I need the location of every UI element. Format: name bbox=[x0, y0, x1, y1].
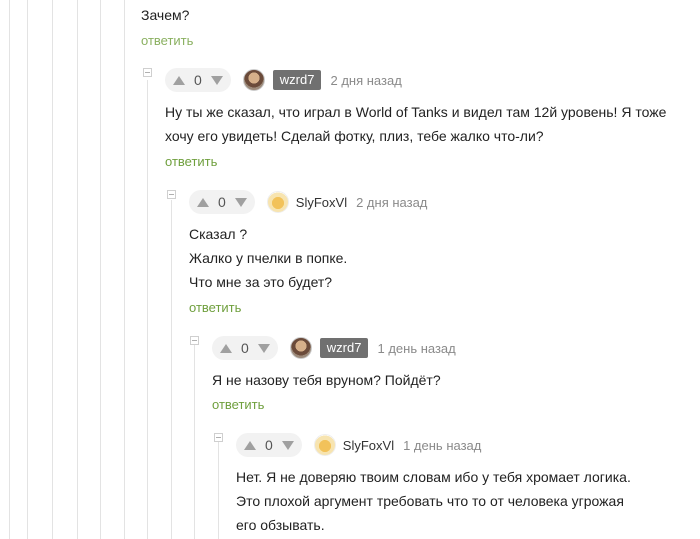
downvote-icon[interactable] bbox=[210, 75, 223, 85]
comment-header: 0 SlyFoxVl 2 дня назад bbox=[189, 190, 427, 214]
reply-button[interactable]: ответить bbox=[141, 33, 193, 48]
upvote-icon[interactable] bbox=[244, 440, 256, 450]
comment-text: Сказал ? Жалко у пчелки в попке. Что мне… bbox=[189, 222, 347, 294]
comment-line: Что мне за это будет? bbox=[189, 274, 333, 290]
comment-line: Ну ты же сказал, что играл в World of Ta… bbox=[165, 104, 667, 120]
comment-header: 0 SlyFoxVl 1 день назад bbox=[236, 433, 481, 457]
comment-line: Это плохой аргумент требовать что то от … bbox=[236, 493, 624, 509]
comment-time[interactable]: 1 день назад bbox=[403, 438, 481, 453]
comment-line: Жалко у пчелки в попке. bbox=[189, 250, 348, 266]
upvote-icon[interactable] bbox=[197, 197, 209, 207]
rating-score: 0 bbox=[265, 437, 273, 453]
comment-text: Зачем? bbox=[141, 7, 190, 23]
collapse-toggle[interactable] bbox=[190, 336, 199, 345]
rating-widget: 0 bbox=[165, 68, 231, 92]
author-name[interactable]: SlyFoxVl bbox=[296, 195, 347, 210]
thread-line bbox=[9, 0, 10, 539]
comment-time[interactable]: 1 день назад bbox=[377, 341, 455, 356]
thread-line bbox=[124, 0, 125, 539]
reply-button[interactable]: ответить bbox=[189, 300, 241, 315]
comment-line: Сказал ? bbox=[189, 226, 248, 242]
thread-line bbox=[147, 80, 148, 539]
rating-widget: 0 bbox=[236, 433, 302, 457]
avatar[interactable] bbox=[266, 191, 289, 213]
reply-button[interactable]: ответить bbox=[212, 397, 264, 412]
thread-line bbox=[27, 0, 28, 539]
comment-line: его обзывать. bbox=[236, 517, 325, 533]
avatar[interactable] bbox=[289, 337, 312, 359]
upvote-icon[interactable] bbox=[173, 75, 185, 85]
rating-score: 0 bbox=[194, 72, 202, 88]
avatar[interactable] bbox=[313, 434, 336, 456]
thread-line bbox=[218, 440, 219, 539]
comment-time[interactable]: 2 дня назад bbox=[356, 195, 427, 210]
reply-button[interactable]: ответить bbox=[165, 154, 217, 169]
comment-line: Я не назову тебя вруном? Пойдёт? bbox=[212, 372, 441, 388]
collapse-toggle[interactable] bbox=[143, 68, 152, 77]
rating-score: 0 bbox=[241, 340, 249, 356]
collapse-toggle[interactable] bbox=[214, 433, 223, 442]
downvote-icon[interactable] bbox=[234, 197, 247, 207]
thread-line bbox=[77, 0, 78, 539]
comment-header: 0 wzrd7 2 дня назад bbox=[165, 68, 402, 92]
collapse-toggle[interactable] bbox=[167, 190, 176, 199]
thread-line bbox=[194, 343, 195, 539]
thread-line bbox=[100, 0, 101, 539]
comment-line: Нет. Я не доверяю твоим словам ибо у теб… bbox=[236, 469, 631, 485]
rating-widget: 0 bbox=[212, 336, 278, 360]
author-name[interactable]: SlyFoxVl bbox=[343, 438, 394, 453]
rating-score: 0 bbox=[218, 194, 226, 210]
avatar[interactable] bbox=[242, 69, 265, 91]
upvote-icon[interactable] bbox=[220, 343, 232, 353]
comment-time[interactable]: 2 дня назад bbox=[330, 73, 401, 88]
comment-text: Нет. Я не доверяю твоим словам ибо у теб… bbox=[236, 465, 631, 537]
thread-line bbox=[171, 200, 172, 539]
comment-line: хочу его увидеть! Сделай фотку, плиз, те… bbox=[165, 128, 544, 144]
comment-text: Ну ты же сказал, что играл в World of Ta… bbox=[165, 100, 666, 148]
author-name[interactable]: wzrd7 bbox=[319, 338, 369, 358]
comment-header: 0 wzrd7 1 день назад bbox=[212, 336, 456, 360]
author-name[interactable]: wzrd7 bbox=[272, 70, 322, 90]
downvote-icon[interactable] bbox=[281, 440, 294, 450]
thread-line bbox=[52, 0, 53, 539]
rating-widget: 0 bbox=[189, 190, 255, 214]
comment-text: Я не назову тебя вруном? Пойдёт? bbox=[212, 368, 441, 392]
downvote-icon[interactable] bbox=[257, 343, 270, 353]
